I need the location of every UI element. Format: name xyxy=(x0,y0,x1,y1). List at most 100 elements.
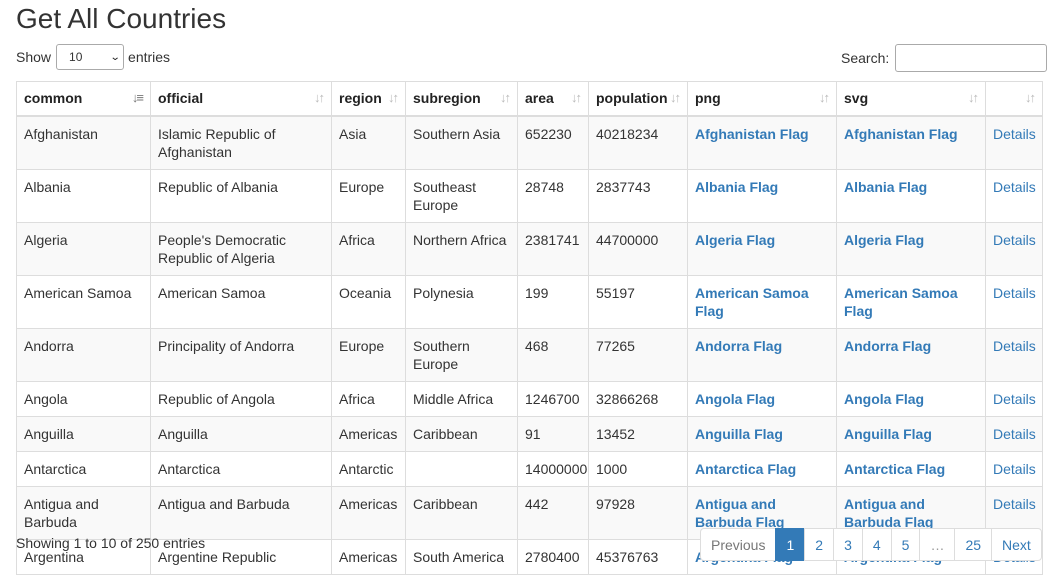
svg-flag-link[interactable]: American Samoa Flag xyxy=(844,285,958,319)
details-link[interactable]: Details xyxy=(993,461,1036,477)
svg-flag-link[interactable]: Antigua and Barbuda Flag xyxy=(844,496,933,530)
cell-area: 1246700 xyxy=(517,380,589,417)
details-link[interactable]: Details xyxy=(993,126,1036,142)
cell-subregion: Middle Africa xyxy=(405,380,518,417)
png-flag-link[interactable]: Albania Flag xyxy=(695,179,778,195)
search-input[interactable] xyxy=(895,44,1048,72)
column-header-region[interactable]: region ↓↑ xyxy=(331,81,406,117)
cell-official: American Samoa xyxy=(150,274,332,329)
details-link[interactable]: Details xyxy=(993,232,1036,248)
cell-region: Antarctic xyxy=(331,450,406,487)
cell-official: Anguilla xyxy=(150,415,332,452)
cell-svg: Afghanistan Flag xyxy=(836,115,986,170)
png-flag-link[interactable]: Anguilla Flag xyxy=(695,426,783,442)
column-header-actions[interactable]: ↓↑ xyxy=(985,81,1043,117)
table-info: Showing 1 to 10 of 250 entries xyxy=(16,535,206,551)
cell-png: Anguilla Flag xyxy=(687,415,837,452)
png-flag-link[interactable]: American Samoa Flag xyxy=(695,285,809,319)
search-label: Search: xyxy=(841,50,890,66)
cell-png: Angola Flag xyxy=(687,380,837,417)
page-button-5[interactable]: 5 xyxy=(890,528,921,561)
svg-flag-link[interactable]: Afghanistan Flag xyxy=(844,126,958,142)
details-link[interactable]: Details xyxy=(993,496,1036,512)
details-link[interactable]: Details xyxy=(993,285,1036,301)
cell-area: 91 xyxy=(517,415,589,452)
cell-official: Islamic Republic of Afghanistan xyxy=(150,115,332,170)
png-flag-link[interactable]: Angola Flag xyxy=(695,391,775,407)
sort-both-icon: ↓↑ xyxy=(670,90,681,106)
cell-area: 199 xyxy=(517,274,589,329)
png-flag-link[interactable]: Andorra Flag xyxy=(695,338,782,354)
cell-official: Antarctica xyxy=(150,450,332,487)
cell-area: 2381741 xyxy=(517,221,589,276)
page-button-4[interactable]: 4 xyxy=(861,528,892,561)
column-header-population[interactable]: population ↓↑ xyxy=(588,81,688,117)
entries-per-page-value: 10 xyxy=(69,50,83,64)
cell-region: Americas xyxy=(331,485,406,540)
cell-population: 44700000 xyxy=(588,221,688,276)
cell-subregion: Southeast Europe xyxy=(405,168,518,223)
page-button-3[interactable]: 3 xyxy=(833,528,863,561)
cell-region: Europe xyxy=(331,327,406,382)
page-title: Get All Countries xyxy=(16,3,227,34)
svg-flag-link[interactable]: Antarctica Flag xyxy=(844,461,945,477)
column-header-png[interactable]: png ↓↑ xyxy=(687,81,837,117)
countries-table: common ↓≡ official ↓↑ region ↓↑ subregion ↓↑… xyxy=(16,81,1043,575)
table-header-row: common ↓≡ official ↓↑ region ↓↑ subregion ↓↑… xyxy=(16,81,1043,117)
cell-subregion: Polynesia xyxy=(405,274,518,329)
cell-subregion: Caribbean xyxy=(405,485,518,540)
cell-common: Antigua and Barbuda xyxy=(16,485,151,540)
png-flag-link[interactable]: Antarctica Flag xyxy=(695,461,796,477)
entries-label: entries xyxy=(128,49,171,65)
pagination: Previous 1 2 3 4 5 … 25 Next xyxy=(700,528,1042,561)
cell-region: Europe xyxy=(331,168,406,223)
cell-official: Republic of Albania xyxy=(150,168,332,223)
svg-flag-link[interactable]: Algeria Flag xyxy=(844,232,924,248)
page-button-25[interactable]: 25 xyxy=(954,528,993,561)
next-page-button[interactable]: Next xyxy=(991,528,1042,561)
cell-population: 55197 xyxy=(588,274,688,329)
column-header-svg[interactable]: svg ↓↑ xyxy=(836,81,986,117)
chevron-down-icon: ⌄ xyxy=(109,51,121,63)
sort-both-icon: ↓↑ xyxy=(314,90,325,106)
details-link[interactable]: Details xyxy=(993,338,1036,354)
cell-official: People's Democratic Republic of Algeria xyxy=(150,221,332,276)
sort-ascending-icon: ↓≡ xyxy=(131,90,144,106)
table-row: Antarctica Antarctica Antarctic 14000000… xyxy=(16,450,1043,487)
sort-both-icon: ↓↑ xyxy=(571,90,582,106)
svg-flag-link[interactable]: Anguilla Flag xyxy=(844,426,932,442)
details-link[interactable]: Details xyxy=(993,179,1036,195)
cell-area: 442 xyxy=(517,485,589,540)
table-row: Afghanistan Islamic Republic of Afghanis… xyxy=(16,115,1043,170)
svg-flag-link[interactable]: Albania Flag xyxy=(844,179,927,195)
cell-subregion xyxy=(405,450,518,487)
cell-population: 40218234 xyxy=(588,115,688,170)
column-header-official[interactable]: official ↓↑ xyxy=(150,81,332,117)
png-flag-link[interactable]: Antigua and Barbuda Flag xyxy=(695,496,784,530)
cell-common: Albania xyxy=(16,168,151,223)
sort-both-icon: ↓↑ xyxy=(819,90,830,106)
svg-flag-link[interactable]: Andorra Flag xyxy=(844,338,931,354)
page-button-1[interactable]: 1 xyxy=(775,528,806,561)
cell-png: American Samoa Flag xyxy=(687,274,837,329)
cell-svg: American Samoa Flag xyxy=(836,274,986,329)
cell-common: American Samoa xyxy=(16,274,151,329)
cell-svg: Anguilla Flag xyxy=(836,415,986,452)
entries-per-page-select[interactable]: 10 ⌄ xyxy=(56,44,125,70)
details-link[interactable]: Details xyxy=(993,391,1036,407)
cell-subregion: Northern Africa xyxy=(405,221,518,276)
cell-area: 468 xyxy=(517,327,589,382)
column-header-subregion[interactable]: subregion ↓↑ xyxy=(405,81,518,117)
page-button-2[interactable]: 2 xyxy=(804,528,835,561)
column-header-common[interactable]: common ↓≡ xyxy=(16,81,151,117)
cell-region: Americas xyxy=(331,538,406,575)
png-flag-link[interactable]: Algeria Flag xyxy=(695,232,775,248)
table-row: Algeria People's Democratic Republic of … xyxy=(16,221,1043,276)
column-header-area[interactable]: area ↓↑ xyxy=(517,81,589,117)
cell-area: 28748 xyxy=(517,168,589,223)
png-flag-link[interactable]: Afghanistan Flag xyxy=(695,126,809,142)
previous-page-button[interactable]: Previous xyxy=(700,528,777,561)
details-link[interactable]: Details xyxy=(993,426,1036,442)
svg-flag-link[interactable]: Angola Flag xyxy=(844,391,924,407)
cell-region: Asia xyxy=(331,115,406,170)
